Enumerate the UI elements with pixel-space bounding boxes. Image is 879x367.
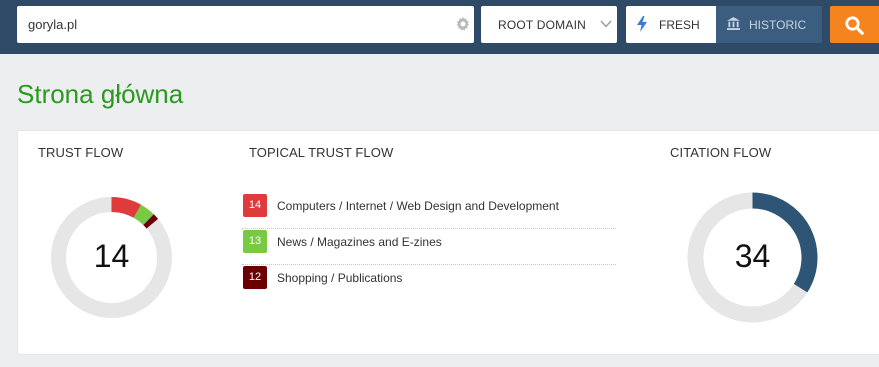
bank-icon [727,17,740,30]
citation-flow-donut: 34 [687,192,818,323]
citation-flow-title: CITATION FLOW [670,145,772,160]
topic-score-badge: 14 [243,194,267,217]
search-input[interactable] [28,6,448,43]
topic-item: 13 News / Magazines and E-zines [242,229,616,265]
topic-label[interactable]: News / Magazines and E-zines [277,235,442,249]
metrics-card: TRUST FLOW 14 TOPICAL TRUST FLOW 14 Comp… [17,130,879,355]
search-box [17,6,474,43]
topic-list: 14 Computers / Internet / Web Design and… [242,193,616,301]
trust-flow-title: TRUST FLOW [38,145,124,160]
search-icon [845,16,864,35]
citation-flow-value: 34 [734,238,771,274]
historic-label: HISTORIC [749,18,807,32]
fresh-label: FRESH [659,18,700,32]
page-title: Strona główna [17,79,184,109]
top-search-bar: ROOT DOMAIN FRESH HISTORIC [0,0,879,54]
scope-select[interactable]: ROOT DOMAIN [481,6,617,43]
topic-label[interactable]: Computers / Internet / Web Design and De… [277,199,559,213]
topical-trust-flow-title: TOPICAL TRUST FLOW [249,145,394,160]
fresh-index-button[interactable]: FRESH [626,6,716,43]
topic-item: 12 Shopping / Publications [242,265,616,301]
trust-flow-donut: 14 [50,196,173,319]
gear-icon[interactable] [456,17,470,31]
scope-select-value: ROOT DOMAIN [498,18,586,32]
topic-score-badge: 12 [243,266,267,289]
chevron-down-icon [600,20,612,28]
historic-index-button[interactable]: HISTORIC [716,6,822,43]
search-button[interactable] [830,6,879,43]
topic-item: 14 Computers / Internet / Web Design and… [242,193,616,229]
trust-flow-value: 14 [93,238,130,274]
lightning-icon [637,16,647,32]
topic-label[interactable]: Shopping / Publications [277,271,402,285]
topic-score-badge: 13 [243,230,267,253]
